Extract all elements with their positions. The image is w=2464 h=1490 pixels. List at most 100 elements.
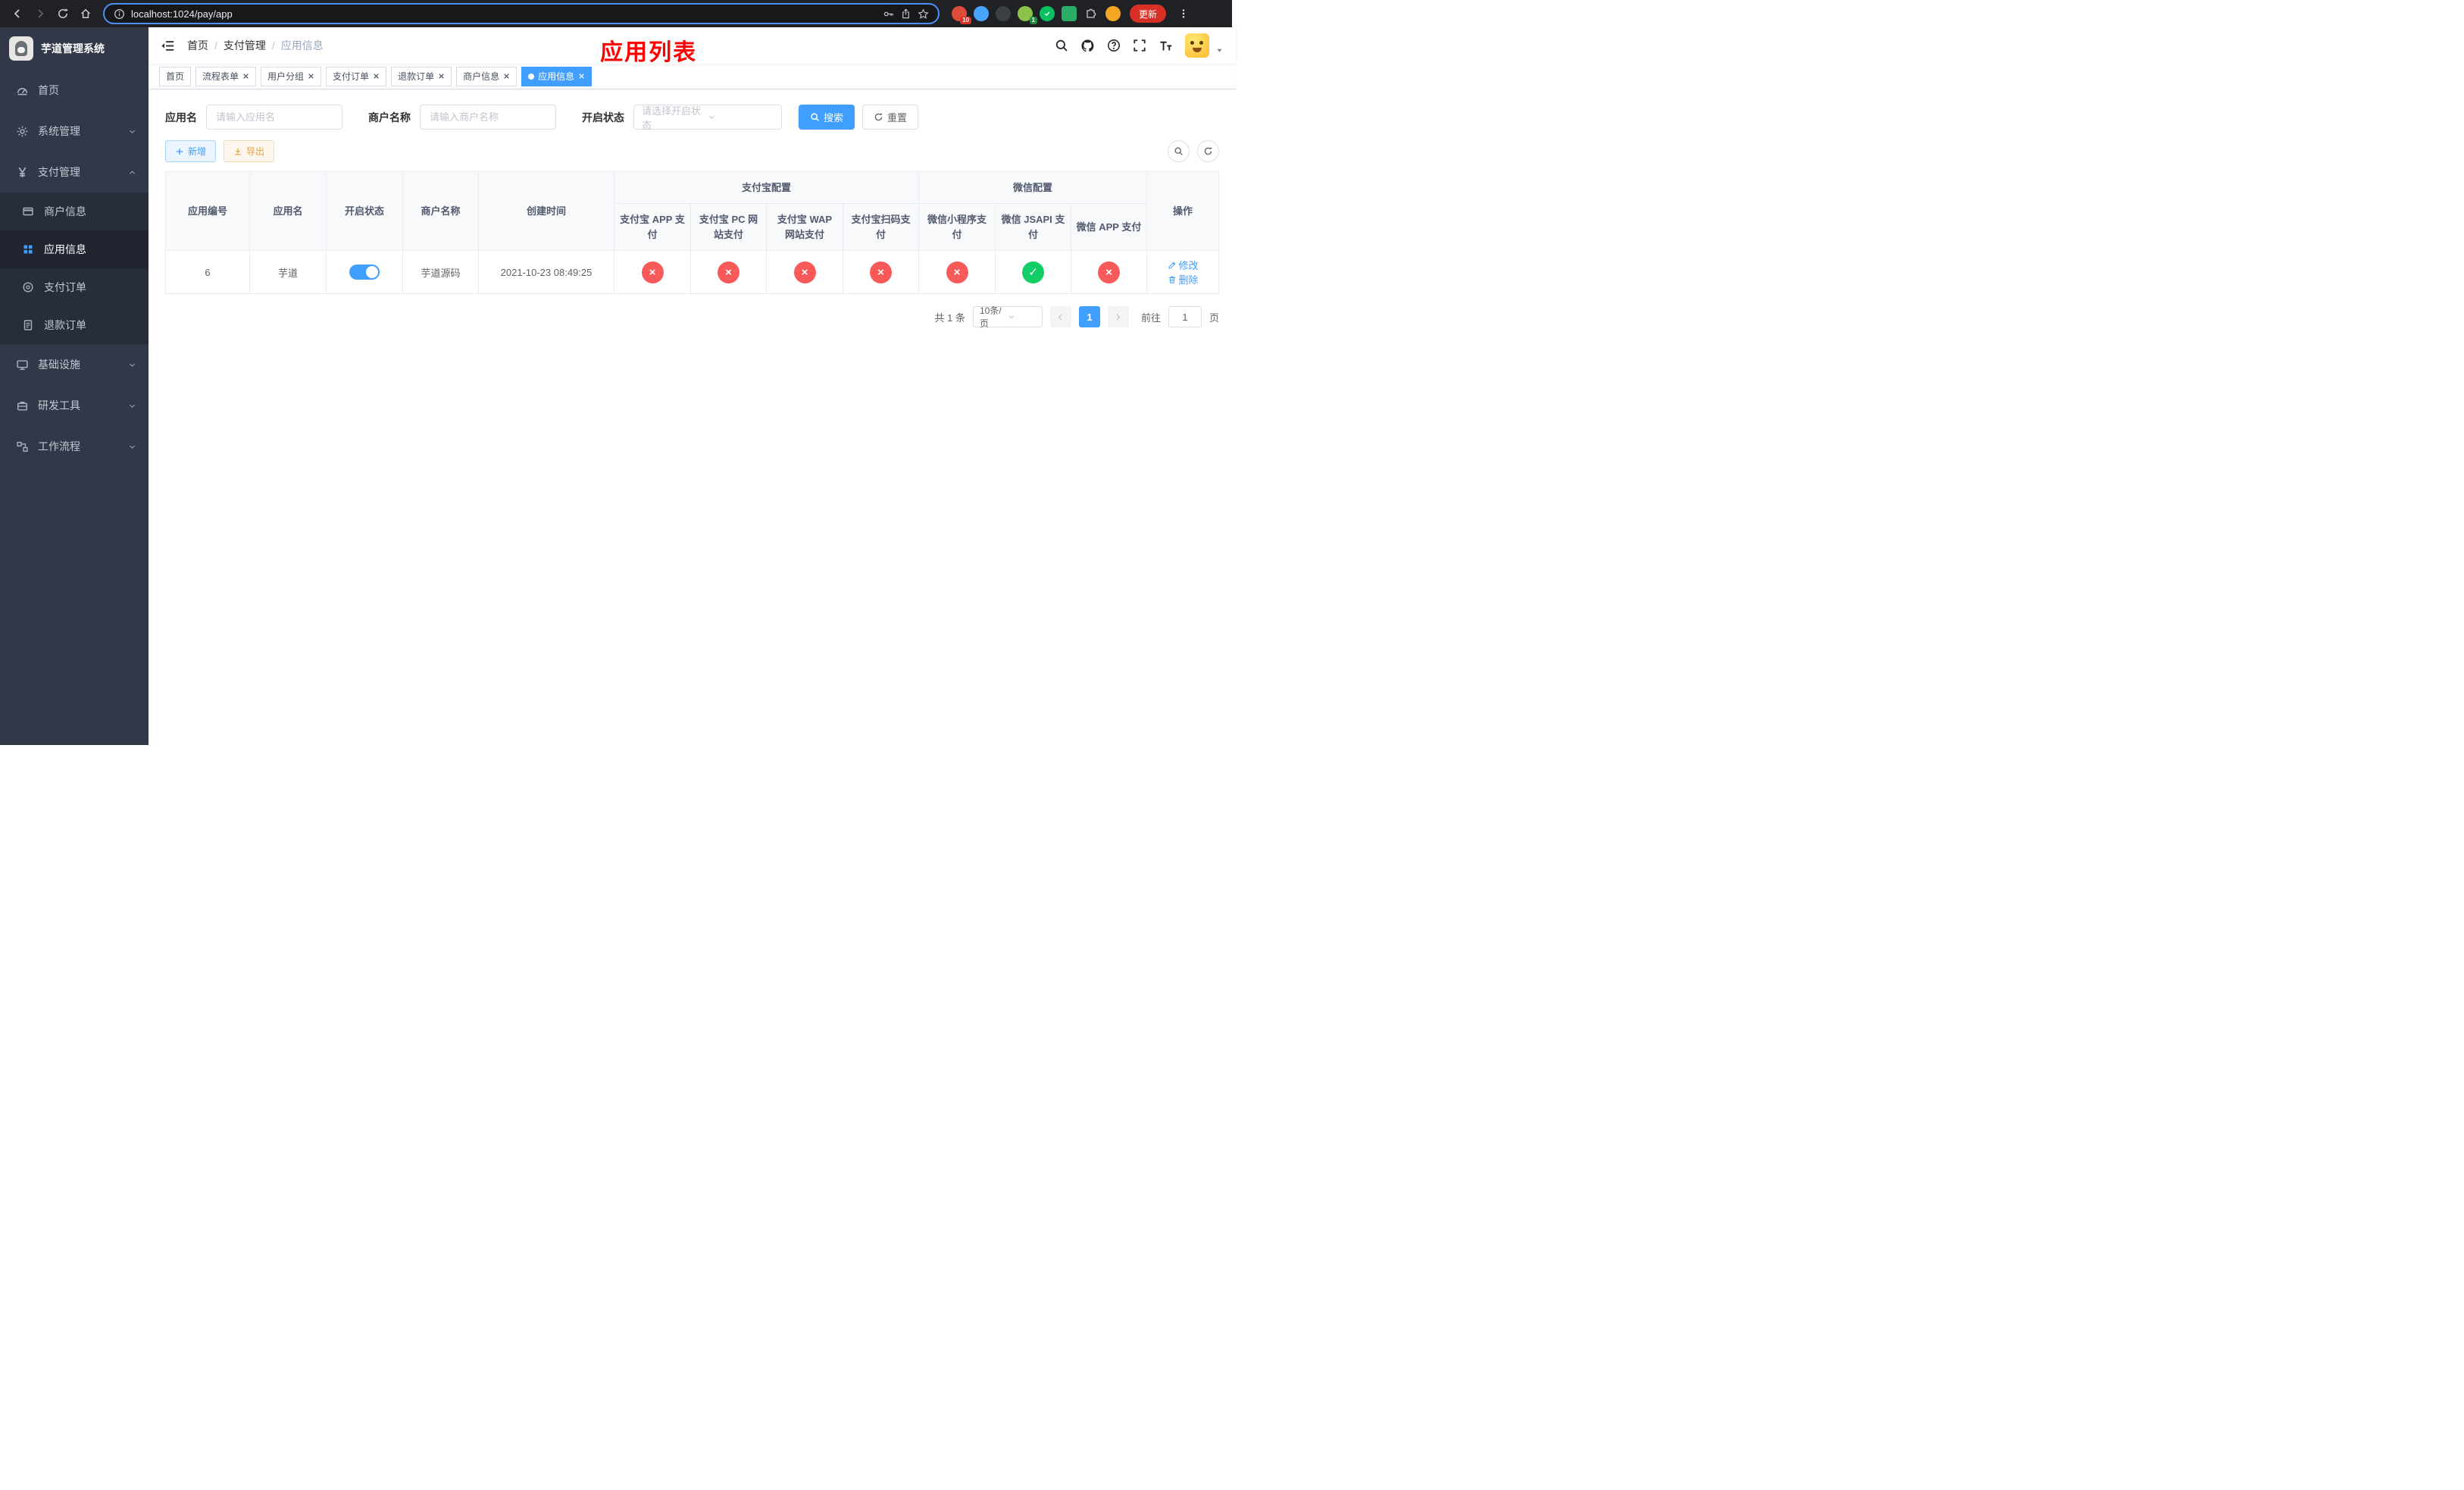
select-caret-down-icon (708, 113, 774, 121)
export-button[interactable]: 导出 (224, 140, 275, 162)
chevron-up-icon (128, 168, 136, 177)
merchant-name-input[interactable] (420, 105, 556, 130)
emoji-avatar-icon[interactable] (1105, 6, 1121, 21)
extensions-cluster: 10 1 (952, 6, 1121, 24)
extension-badge: 10 (960, 17, 971, 24)
gear-icon (15, 125, 29, 138)
export-button-label: 导出 (246, 146, 265, 157)
cell-wechat-app: × (1071, 250, 1148, 294)
sidebar-item-system[interactable]: 系统管理 (0, 111, 149, 152)
status-select[interactable]: 请选择开启状态 (633, 105, 782, 131)
toggle-search-icon-button[interactable] (1168, 140, 1190, 162)
tab-label: 流程表单 (202, 71, 239, 82)
font-size-icon[interactable] (1159, 39, 1173, 53)
next-page-button[interactable] (1107, 306, 1129, 327)
refresh-table-button[interactable] (1197, 140, 1220, 162)
devtools-icon[interactable] (1062, 6, 1077, 21)
sidebar-item-label: 首页 (38, 84, 59, 96)
tab-refund-orders[interactable]: 退款订单 (391, 66, 452, 86)
breadcrumb-payment[interactable]: 支付管理 (224, 38, 266, 53)
breadcrumb-home[interactable]: 首页 (187, 38, 208, 53)
tab-close-icon[interactable] (373, 73, 380, 80)
col-header-created: 创建时间 (478, 171, 614, 251)
extension-icon-1[interactable]: 10 (952, 6, 971, 24)
browser-menu-icon[interactable] (1174, 4, 1193, 23)
tab-process-form[interactable]: 流程表单 (195, 66, 257, 86)
site-info-icon[interactable] (114, 8, 125, 20)
edit-link[interactable]: 修改 (1168, 258, 1199, 272)
cell-app-name: 芋道 (249, 250, 327, 294)
yen-icon (15, 166, 29, 179)
bookmark-star-icon[interactable] (918, 8, 929, 20)
address-bar[interactable]: localhost:1024/pay/app (103, 3, 940, 24)
prev-page-button[interactable] (1049, 306, 1071, 327)
sidebar-item-dev-tools[interactable]: 研发工具 (0, 385, 149, 426)
help-icon[interactable] (1107, 39, 1121, 52)
edit-link-label: 修改 (1178, 260, 1199, 271)
browser-forward-button[interactable] (30, 4, 50, 23)
row-status-toggle[interactable] (349, 265, 380, 280)
password-key-icon[interactable] (883, 8, 894, 20)
search-icon[interactable] (1055, 39, 1068, 52)
profile-extension-icon[interactable]: 1 (1018, 6, 1037, 24)
goto-page-input[interactable] (1168, 306, 1202, 327)
sidebar-fold-icon[interactable] (161, 39, 175, 53)
sidebar-item-home[interactable]: 首页 (0, 70, 149, 111)
pagination-total: 共 1 条 (934, 311, 965, 324)
user-avatar[interactable] (1185, 33, 1210, 58)
sidebar-item-payment[interactable]: 支付管理 (0, 152, 149, 193)
filter-bar: 应用名 商户名称 开启状态 请选择开启状态 搜索 重置 (149, 89, 1236, 131)
cell-status (326, 250, 403, 294)
browser-reload-button[interactable] (53, 4, 73, 23)
header-actions (1055, 33, 1224, 58)
page-number-1[interactable]: 1 (1078, 306, 1100, 327)
avatar-caret-down-icon[interactable] (1215, 46, 1224, 55)
tab-user-group[interactable]: 用户分组 (261, 66, 322, 86)
tab-close-icon[interactable] (308, 73, 314, 80)
tab-app-info[interactable]: 应用信息 (521, 66, 593, 86)
page-size-value: 10条/页 (979, 305, 1002, 329)
delete-link[interactable]: 删除 (1168, 272, 1199, 286)
browser-home-button[interactable] (76, 4, 95, 23)
add-button[interactable]: 新增 (165, 140, 217, 162)
sidebar-item-app-info[interactable]: 应用信息 (0, 230, 149, 268)
monitor-icon (15, 358, 29, 371)
app-logo (9, 36, 33, 61)
search-button[interactable]: 搜索 (799, 105, 855, 130)
page-annotation-title: 应用列表 (600, 40, 698, 65)
app-name-input[interactable] (206, 105, 342, 130)
wechat-check-icon[interactable] (1040, 6, 1055, 21)
sidebar-item-refund-orders[interactable]: 退款订单 (0, 306, 149, 344)
browser-back-button[interactable] (8, 4, 27, 23)
tab-merchant-info[interactable]: 商户信息 (456, 66, 518, 86)
github-icon[interactable] (1080, 39, 1095, 53)
share-icon[interactable] (900, 8, 911, 20)
cell-wechat-jsapi: ✓ (995, 250, 1072, 294)
sidebar-item-workflow[interactable]: 工作流程 (0, 426, 149, 467)
sidebar-logo-row[interactable]: 芋道管理系统 (0, 27, 149, 70)
page-unit-label: 页 (1209, 311, 1220, 324)
sidebar-item-label: 基础设施 (38, 358, 80, 371)
browser-toolbar: localhost:1024/pay/app 10 1 更新 (0, 0, 1232, 27)
extension-icon-3[interactable] (996, 6, 1011, 21)
extension-icon-2[interactable] (974, 6, 989, 21)
tab-pay-orders[interactable]: 支付订单 (326, 66, 387, 86)
fullscreen-icon[interactable] (1133, 39, 1146, 52)
reset-button[interactable]: 重置 (862, 105, 919, 130)
chrome-update-button[interactable]: 更新 (1130, 5, 1167, 23)
sidebar-item-infrastructure[interactable]: 基础设施 (0, 344, 149, 385)
cell-created: 2021-10-23 08:49:25 (478, 250, 614, 294)
page-size-select[interactable]: 10条/页 (972, 305, 1043, 329)
status-disabled-icon: × (718, 261, 740, 283)
toolbox-icon (15, 399, 29, 412)
tab-close-icon[interactable] (438, 73, 445, 80)
puzzle-extensions-icon[interactable] (1083, 6, 1099, 21)
grid-icon (21, 243, 35, 255)
tab-close-icon[interactable] (242, 73, 249, 80)
tab-close-icon[interactable] (503, 73, 510, 80)
sidebar-item-pay-orders[interactable]: 支付订单 (0, 268, 149, 306)
tab-close-icon[interactable] (578, 73, 585, 80)
profile-badge: 1 (1029, 17, 1037, 24)
sidebar-item-merchant-info[interactable]: 商户信息 (0, 193, 149, 230)
tab-home[interactable]: 首页 (159, 66, 192, 86)
